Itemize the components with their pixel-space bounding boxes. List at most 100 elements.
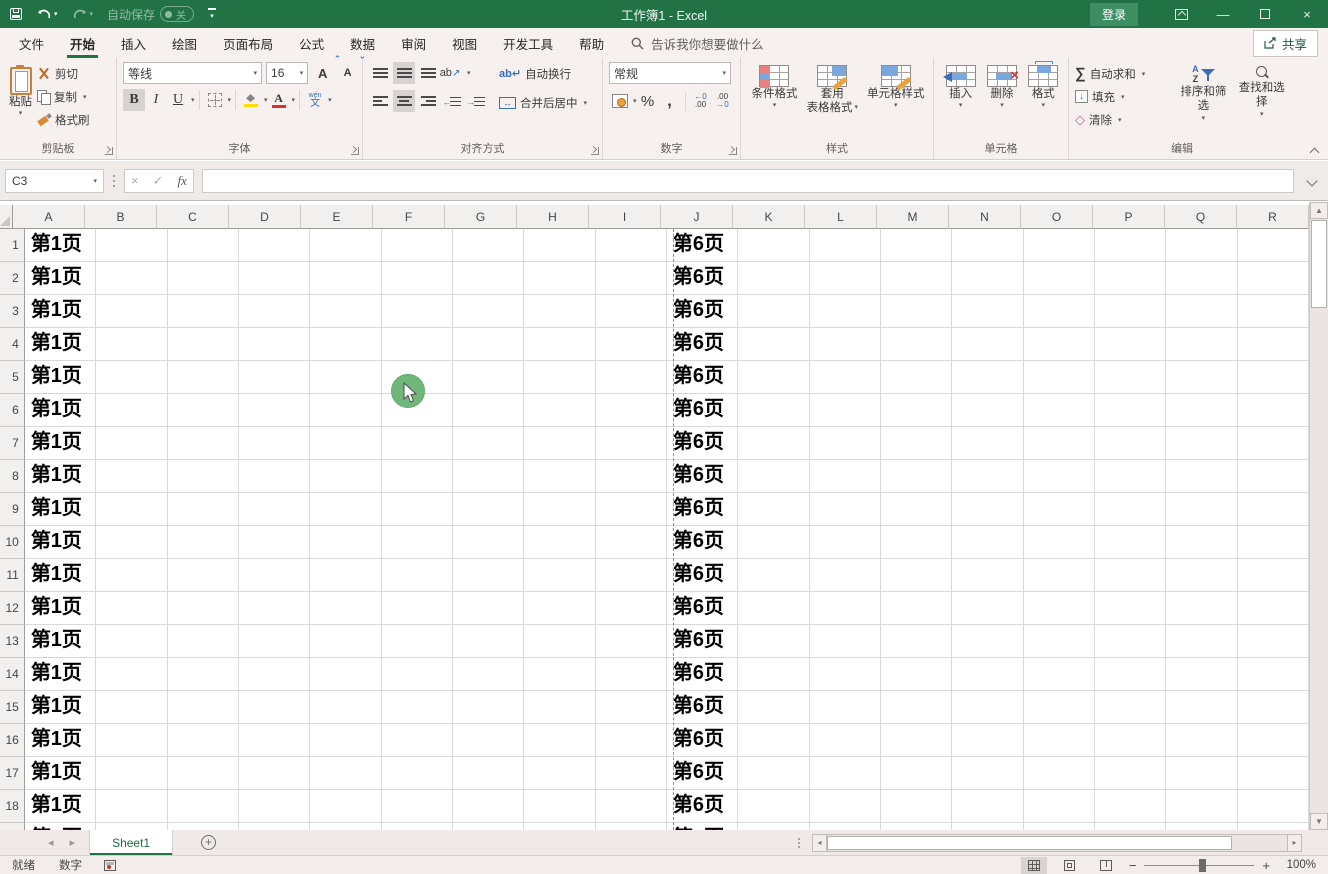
maximize-button[interactable] <box>1244 0 1286 28</box>
column-header-D[interactable]: D <box>229 205 301 229</box>
cell-M1[interactable] <box>881 229 952 262</box>
cell-R7[interactable] <box>1238 427 1309 460</box>
cell-A15[interactable]: 第1页 <box>25 691 96 724</box>
cell-C13[interactable] <box>168 625 239 658</box>
decrease-font-size-button[interactable]: A <box>337 62 358 84</box>
redo-button[interactable]: ▾ <box>72 7 94 21</box>
cell-E15[interactable] <box>310 691 381 724</box>
cell-D17[interactable] <box>239 757 310 790</box>
cell-B10[interactable] <box>96 526 167 559</box>
cell-Q15[interactable] <box>1166 691 1237 724</box>
cell-P12[interactable] <box>1095 592 1166 625</box>
cell-H3[interactable] <box>524 295 595 328</box>
cell-H17[interactable] <box>524 757 595 790</box>
column-header-O[interactable]: O <box>1021 205 1093 229</box>
cell-G4[interactable] <box>453 328 524 361</box>
cell-N11[interactable] <box>952 559 1023 592</box>
cell-J6[interactable]: 第6页 <box>667 394 738 427</box>
cell-M5[interactable] <box>881 361 952 394</box>
italic-button[interactable]: I <box>145 89 167 111</box>
cell-F17[interactable] <box>382 757 453 790</box>
cancel-button[interactable]: × <box>131 173 139 188</box>
cell-G16[interactable] <box>453 724 524 757</box>
next-sheet-arrow[interactable]: ▸ <box>70 836 76 849</box>
cell-A18[interactable]: 第1页 <box>25 790 96 823</box>
cell-J13[interactable]: 第6页 <box>667 625 738 658</box>
ribbon-tab-2[interactable]: 开始 <box>57 28 108 58</box>
cell-R15[interactable] <box>1238 691 1309 724</box>
cell-L12[interactable] <box>810 592 881 625</box>
cell-P2[interactable] <box>1095 262 1166 295</box>
horizontal-scroll-thumb[interactable] <box>827 836 1232 850</box>
cell-L6[interactable] <box>810 394 881 427</box>
font-color-button[interactable]: A <box>268 89 290 111</box>
cell-K16[interactable] <box>738 724 809 757</box>
cell-K10[interactable] <box>738 526 809 559</box>
column-header-Q[interactable]: Q <box>1165 205 1237 229</box>
cell-E8[interactable] <box>310 460 381 493</box>
cell-A5[interactable]: 第1页 <box>25 361 96 394</box>
orientation-button[interactable]: ab <box>441 62 463 84</box>
cell-G13[interactable] <box>453 625 524 658</box>
cell-L2[interactable] <box>810 262 881 295</box>
cell-M19[interactable] <box>881 823 952 830</box>
cell-L3[interactable] <box>810 295 881 328</box>
cell-R6[interactable] <box>1238 394 1309 427</box>
cell-I11[interactable] <box>596 559 667 592</box>
cell-I1[interactable] <box>596 229 667 262</box>
cell-F13[interactable] <box>382 625 453 658</box>
cell-K15[interactable] <box>738 691 809 724</box>
cell-B17[interactable] <box>96 757 167 790</box>
middle-align-button[interactable] <box>393 62 415 84</box>
insert-dropdown-icon[interactable]: ▾ <box>959 102 963 111</box>
cell-F14[interactable] <box>382 658 453 691</box>
cell-F4[interactable] <box>382 328 453 361</box>
cell-M15[interactable] <box>881 691 952 724</box>
cell-K14[interactable] <box>738 658 809 691</box>
row-header-5[interactable]: 5 <box>0 361 25 394</box>
cell-B16[interactable] <box>96 724 167 757</box>
underline-button[interactable]: U <box>167 89 189 111</box>
cell-O15[interactable] <box>1024 691 1095 724</box>
cell-N1[interactable] <box>952 229 1023 262</box>
column-header-E[interactable]: E <box>301 205 373 229</box>
page-break-preview-button[interactable] <box>1093 857 1119 874</box>
prev-sheet-arrow[interactable]: ◂ <box>48 836 54 849</box>
autosave-switch[interactable]: 关 <box>160 6 194 22</box>
cell-O10[interactable] <box>1024 526 1095 559</box>
cell-L1[interactable] <box>810 229 881 262</box>
cell-G7[interactable] <box>453 427 524 460</box>
cell-K3[interactable] <box>738 295 809 328</box>
cell-B12[interactable] <box>96 592 167 625</box>
cell-P1[interactable] <box>1095 229 1166 262</box>
cell-O3[interactable] <box>1024 295 1095 328</box>
column-header-G[interactable]: G <box>445 205 517 229</box>
decrease-decimal-button[interactable]: .00→0 <box>712 90 734 112</box>
cell-L5[interactable] <box>810 361 881 394</box>
cell-K17[interactable] <box>738 757 809 790</box>
cell-D7[interactable] <box>239 427 310 460</box>
zoom-out-button[interactable]: − <box>1129 858 1137 873</box>
cell-A3[interactable]: 第1页 <box>25 295 96 328</box>
cell-N3[interactable] <box>952 295 1023 328</box>
cell-D9[interactable] <box>239 493 310 526</box>
cell-M9[interactable] <box>881 493 952 526</box>
cell-C14[interactable] <box>168 658 239 691</box>
cell-D10[interactable] <box>239 526 310 559</box>
cell-R12[interactable] <box>1238 592 1309 625</box>
cell-N17[interactable] <box>952 757 1023 790</box>
row-header-13[interactable]: 13 <box>0 625 25 658</box>
cell-E4[interactable] <box>310 328 381 361</box>
cell-G18[interactable] <box>453 790 524 823</box>
cell-K6[interactable] <box>738 394 809 427</box>
ribbon-tab-5[interactable]: 页面布局 <box>210 28 286 58</box>
row-header-9[interactable]: 9 <box>0 493 25 526</box>
cell-I8[interactable] <box>596 460 667 493</box>
autosave-toggle[interactable]: 自动保存 关 <box>107 6 194 23</box>
font-name-combo[interactable]: 等线▾ <box>123 62 262 84</box>
comma-style-button[interactable]: , <box>659 90 681 112</box>
cell-L18[interactable] <box>810 790 881 823</box>
ribbon-tab-1[interactable]: 文件 <box>6 28 57 58</box>
align-center-button[interactable] <box>393 90 415 112</box>
cell-D3[interactable] <box>239 295 310 328</box>
